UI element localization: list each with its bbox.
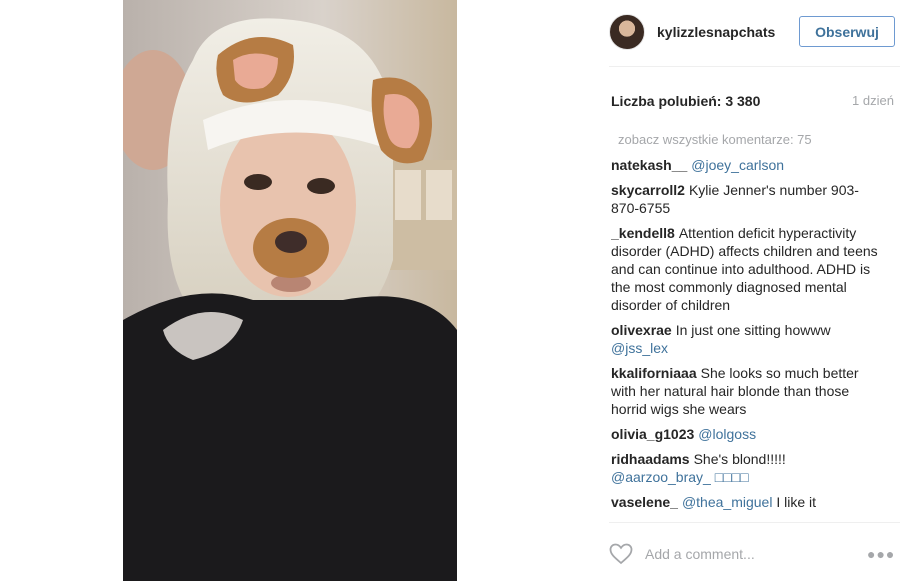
comment-text: I like it [776, 494, 817, 510]
comment-item: ridhaadams She's blond!!!!! @aarzoo_bray_… [611, 450, 879, 486]
post-photo-illustration [123, 0, 457, 581]
comment-user[interactable]: ridhaadams [611, 451, 690, 467]
comment-item: natekash__ @joey_carlson [611, 156, 879, 174]
follow-button[interactable]: Obserwuj [799, 16, 895, 47]
avatar[interactable] [609, 14, 645, 50]
comment-mention[interactable]: @joey_carlson [691, 157, 784, 173]
comment-item: kkaliforniaaa She looks so much better wi… [611, 364, 879, 418]
comment-mention[interactable]: @aarzoo_bray_ □□□□ [611, 469, 749, 485]
author-username[interactable]: kylizzlesnapchats [657, 24, 775, 40]
post-side-panel: kylizzlesnapchats Obserwuj Liczba polubi… [595, 0, 900, 581]
post-image [123, 0, 457, 581]
comment-user[interactable]: _kendell8 [611, 225, 675, 241]
comment-text: In just one sitting howww [675, 322, 831, 338]
comment-text: She's blond!!!!! [693, 451, 786, 467]
post-header: kylizzlesnapchats Obserwuj [609, 14, 899, 50]
comment-user[interactable]: olivexrae [611, 322, 672, 338]
post-time[interactable]: 1 dzień [852, 93, 894, 108]
comment-list: natekash__ @joey_carlson skycarroll2 Kylie… [611, 156, 879, 524]
header-divider [609, 66, 900, 67]
more-options-icon[interactable]: ●●● [867, 546, 895, 562]
add-comment-input[interactable] [645, 544, 845, 564]
comment-user[interactable]: olivia_g1023 [611, 426, 694, 442]
comment-item: olivexrae In just one sitting howww @jss_… [611, 321, 879, 357]
view-all-comments-link[interactable]: zobacz wszystkie komentarze: 75 [618, 132, 812, 147]
comment-item: skycarroll2 Kylie Jenner's number 903-870… [611, 181, 879, 217]
comment-item: _kendell8 Attention deficit hyperactivity… [611, 224, 879, 314]
likes-count[interactable]: Liczba polubień: 3 380 [611, 93, 760, 109]
comment-item: olivia_g1023 @lolgoss [611, 425, 879, 443]
comment-mention[interactable]: @jss_lex [611, 340, 668, 356]
comment-user[interactable]: natekash__ [611, 157, 687, 173]
comment-user[interactable]: vaselene_ [611, 494, 678, 510]
comment-user[interactable]: kkaliforniaaa [611, 365, 697, 381]
comment-mention[interactable]: @thea_miguel [682, 494, 773, 510]
comment-mention[interactable]: @lolgoss [698, 426, 756, 442]
comment-item: vaselene_ @thea_miguel I like it [611, 493, 879, 511]
add-comment-bar: ●●● [609, 538, 900, 572]
heart-outline-icon[interactable] [609, 543, 633, 565]
footer-divider [609, 522, 900, 523]
comment-user[interactable]: skycarroll2 [611, 182, 685, 198]
